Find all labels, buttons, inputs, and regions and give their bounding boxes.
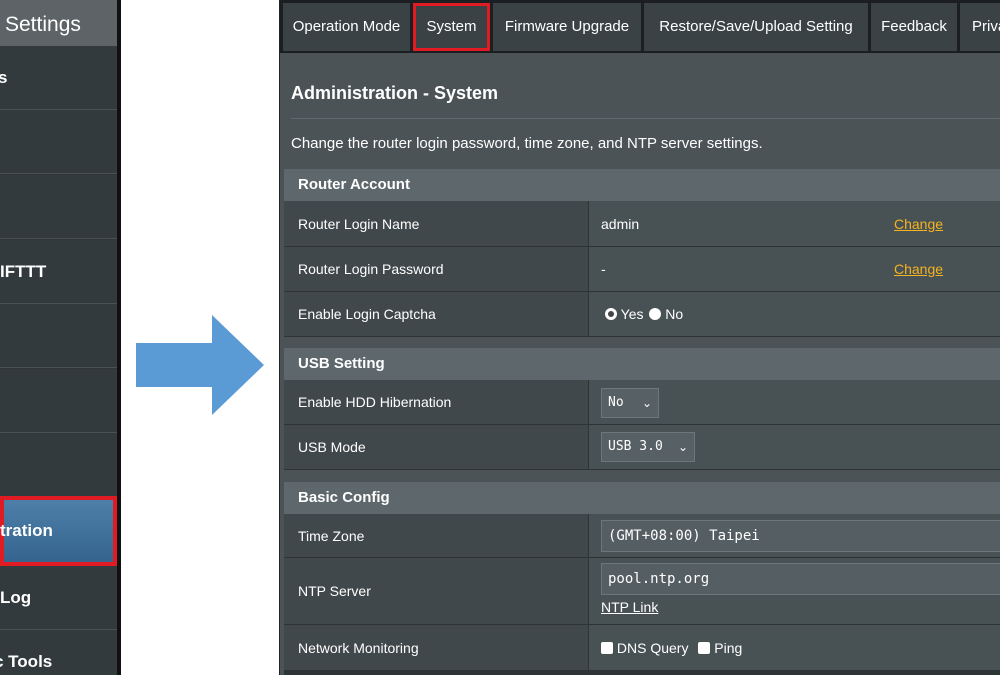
tab-label: System bbox=[426, 18, 477, 35]
chevron-down-icon: ⌄ bbox=[641, 396, 652, 410]
row-network-monitoring: Network Monitoring DNS Query Ping bbox=[284, 625, 1000, 671]
row-value: Yes No bbox=[589, 292, 1000, 337]
row-label: Router Login Password bbox=[284, 247, 589, 292]
row-value: DNS Query Ping bbox=[589, 625, 1000, 671]
row-label: USB Mode bbox=[284, 425, 589, 470]
row-ntp-server: NTP Server pool.ntp.org NTP Link bbox=[284, 558, 1000, 625]
sidebar-item-2[interactable] bbox=[0, 110, 117, 174]
input-value: pool.ntp.org bbox=[608, 571, 710, 587]
sidebar-item-label: tration bbox=[0, 521, 53, 540]
row-label: Enable HDD Hibernation bbox=[284, 380, 589, 425]
sidebar-item-1[interactable]: s bbox=[0, 46, 117, 110]
login-password-value: - bbox=[601, 261, 606, 277]
sidebar-item-label: IFTTT bbox=[0, 261, 47, 281]
ping-label: Ping bbox=[714, 639, 743, 656]
page-description: Change the router login password, time z… bbox=[291, 135, 763, 152]
tab-label: Feedback bbox=[881, 18, 947, 35]
row-label: Network Monitoring bbox=[284, 625, 589, 671]
login-name-value: admin bbox=[601, 215, 640, 232]
sidebar-item-administration[interactable]: tration bbox=[0, 496, 117, 566]
row-value: - Change bbox=[589, 247, 1000, 292]
sidebar-header: Settings bbox=[0, 0, 117, 46]
tab-label: Firmware Upgrade bbox=[504, 18, 630, 35]
sidebar-item-label: s bbox=[0, 68, 7, 88]
sidebar-item-6[interactable] bbox=[0, 369, 117, 433]
time-zone-select[interactable]: (GMT+08:00) Taipei bbox=[601, 520, 1000, 552]
row-label: NTP Server bbox=[284, 558, 589, 625]
section-router-account: Router Account bbox=[284, 169, 1000, 201]
tab-system[interactable]: System bbox=[413, 3, 490, 51]
tab-label: Operation Mode bbox=[292, 18, 401, 35]
captcha-no-label: No bbox=[665, 306, 684, 322]
sidebar-menu: Settings s IFTTT tration Log c Tools bbox=[0, 0, 121, 675]
row-value: (GMT+08:00) Taipei bbox=[589, 514, 1000, 558]
ntp-link[interactable]: NTP Link bbox=[601, 599, 658, 615]
sidebar-item-system-log[interactable]: Log bbox=[0, 566, 117, 630]
sidebar-item-label: c Tools bbox=[0, 651, 53, 671]
row-enable-login-captcha: Enable Login Captcha Yes No bbox=[284, 292, 1000, 337]
tab-label: Priva bbox=[972, 18, 1000, 35]
select-value: No bbox=[608, 395, 624, 410]
sidebar-header-label: Settings bbox=[5, 13, 81, 36]
tab-privacy[interactable]: Priva bbox=[960, 3, 1000, 51]
tab-restore-save-upload[interactable]: Restore/Save/Upload Setting bbox=[644, 3, 868, 51]
row-label: Enable Login Captcha bbox=[284, 292, 589, 337]
tab-label: Restore/Save/Upload Setting bbox=[659, 18, 853, 35]
sidebar-item-network-tools[interactable]: c Tools bbox=[0, 630, 117, 675]
captcha-yes-label: Yes bbox=[620, 306, 644, 322]
ntp-server-input[interactable]: pool.ntp.org bbox=[601, 563, 1000, 595]
hdd-hibernation-select[interactable]: No ⌄ bbox=[601, 388, 659, 418]
section-usb-setting: USB Setting bbox=[284, 348, 1000, 380]
usb-mode-select[interactable]: USB 3.0 ⌄ bbox=[601, 432, 695, 462]
change-login-password-link[interactable]: Change bbox=[894, 261, 943, 277]
title-divider bbox=[291, 118, 1000, 119]
dns-query-checkbox[interactable] bbox=[601, 641, 613, 654]
chevron-down-icon: ⌄ bbox=[677, 440, 688, 454]
row-router-login-name: Router Login Name admin Change bbox=[284, 201, 1000, 247]
settings-panel: Operation Mode System Firmware Upgrade R… bbox=[279, 0, 1000, 675]
captcha-options: Yes No bbox=[605, 306, 683, 322]
tab-feedback[interactable]: Feedback bbox=[871, 3, 957, 51]
section-basic-config: Basic Config bbox=[284, 482, 1000, 514]
sidebar-item-label: Log bbox=[0, 587, 32, 607]
sidebar-item-ifttt[interactable]: IFTTT bbox=[0, 240, 117, 304]
ping-checkbox[interactable] bbox=[698, 641, 711, 654]
page-title: Administration - System bbox=[291, 83, 499, 103]
panel-bottom-edge bbox=[284, 671, 1000, 675]
row-hdd-hibernation: Enable HDD Hibernation No ⌄ bbox=[284, 380, 1000, 425]
captcha-no-radio[interactable] bbox=[649, 308, 662, 320]
sidebar-item-5[interactable] bbox=[0, 304, 117, 368]
row-value: pool.ntp.org NTP Link bbox=[589, 558, 1000, 625]
row-time-zone: Time Zone (GMT+08:00) Taipei bbox=[284, 514, 1000, 558]
change-login-name-link[interactable]: Change bbox=[894, 216, 943, 232]
row-value: admin Change bbox=[589, 201, 1000, 247]
right-arrow-icon bbox=[136, 315, 264, 415]
tab-operation-mode[interactable]: Operation Mode bbox=[283, 3, 410, 51]
dns-query-label: DNS Query bbox=[616, 639, 689, 656]
tab-bar: Operation Mode System Firmware Upgrade R… bbox=[280, 0, 1000, 53]
row-label: Time Zone bbox=[284, 514, 589, 558]
select-value: USB 3.0 bbox=[608, 439, 663, 454]
row-usb-mode: USB Mode USB 3.0 ⌄ bbox=[284, 425, 1000, 470]
captcha-yes-radio[interactable] bbox=[605, 308, 617, 320]
select-value: (GMT+08:00) Taipei bbox=[608, 528, 760, 544]
sidebar-item-3[interactable] bbox=[0, 175, 117, 239]
row-value: No ⌄ bbox=[589, 380, 1000, 425]
row-router-login-password: Router Login Password - Change bbox=[284, 247, 1000, 292]
row-label: Router Login Name bbox=[284, 201, 589, 247]
sidebar-item-7[interactable] bbox=[0, 433, 117, 497]
network-monitoring-options: DNS Query Ping bbox=[601, 640, 742, 656]
tab-firmware-upgrade[interactable]: Firmware Upgrade bbox=[493, 3, 641, 51]
row-value: USB 3.0 ⌄ bbox=[589, 425, 1000, 470]
